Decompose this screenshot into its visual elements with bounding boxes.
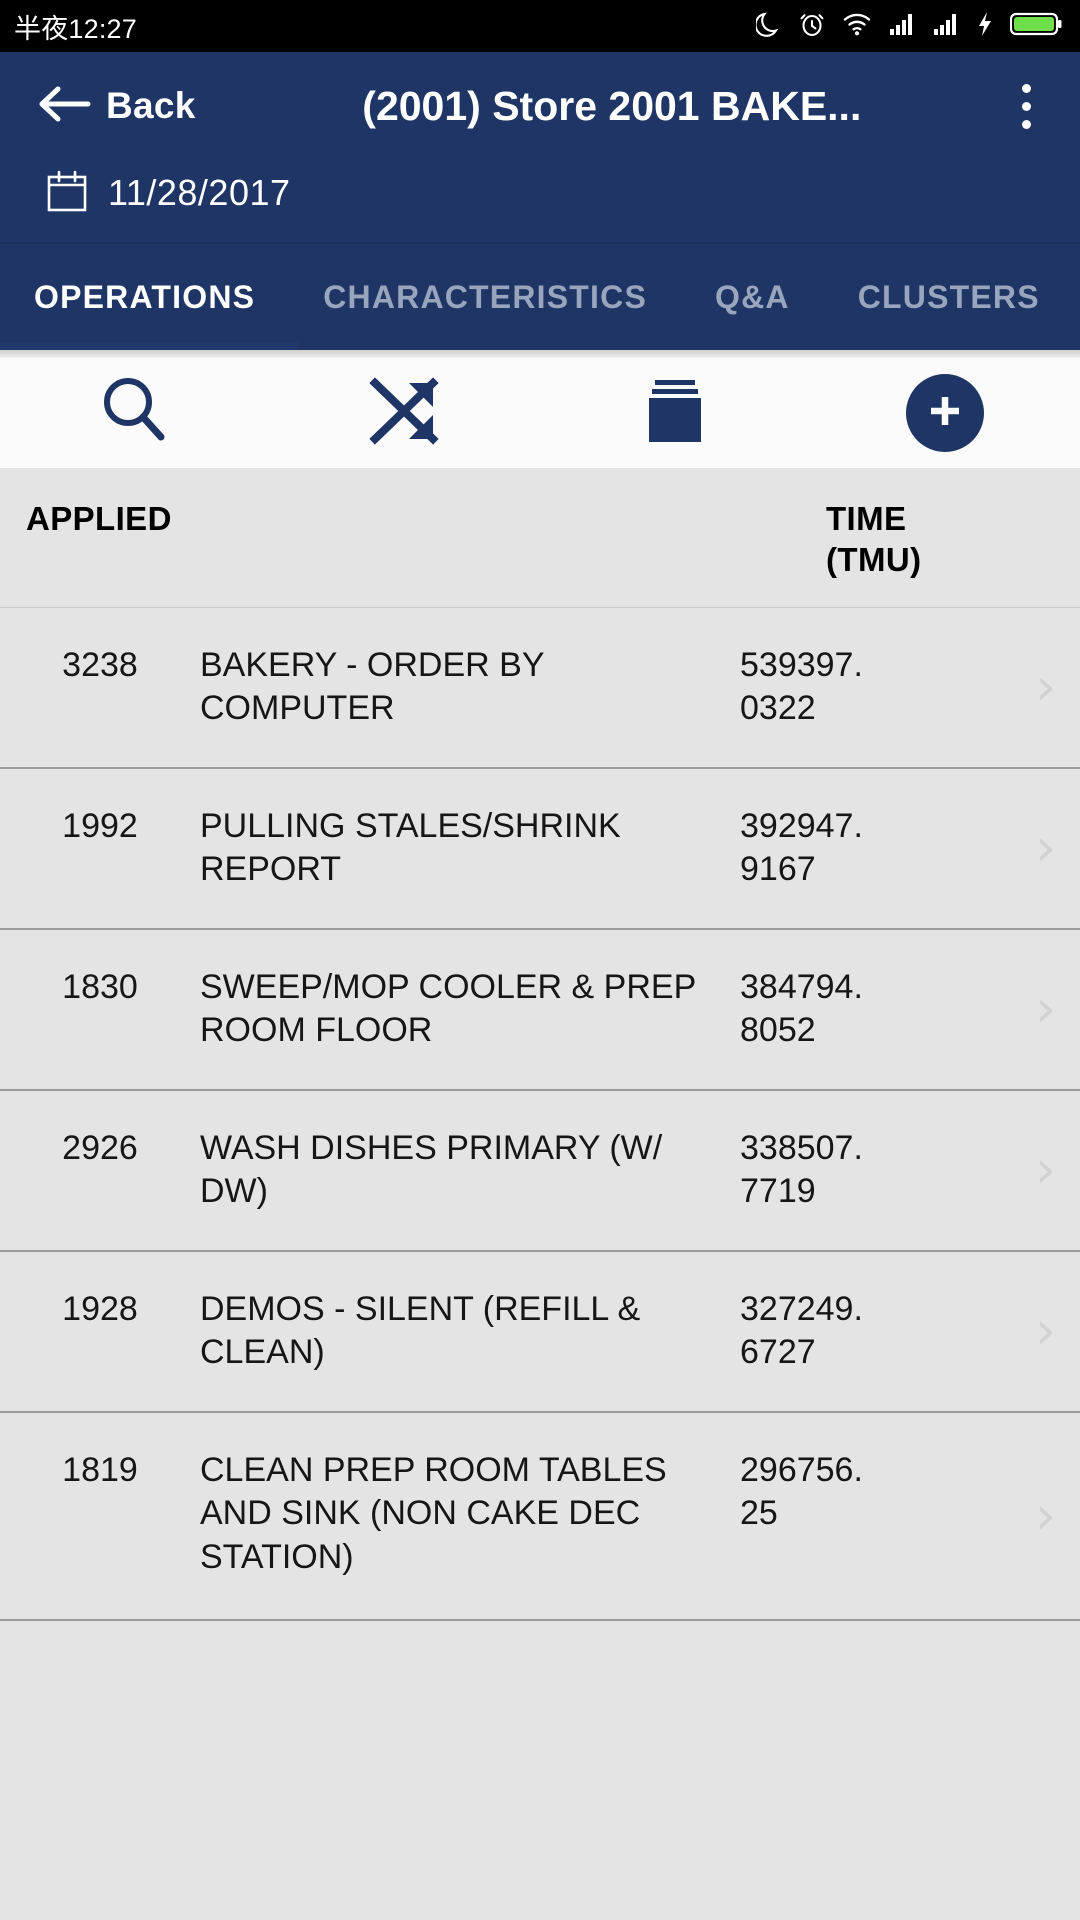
chevron-right-icon: › [1035, 818, 1056, 879]
charging-bolt-icon [976, 10, 994, 43]
tab-clusters-label: CLUSTERS [857, 278, 1040, 315]
moon-icon [754, 10, 782, 43]
cell-time-line2: 25 [740, 1494, 778, 1533]
cell-applied: 1992 [62, 806, 138, 845]
tab-characteristics-label: CHARACTERISTICS [323, 278, 647, 315]
chevron-right-icon: › [1035, 1301, 1056, 1362]
back-button-label: Back [106, 85, 196, 126]
more-vertical-icon[interactable] [998, 66, 1054, 146]
status-clock: 半夜12:27 [14, 13, 137, 44]
add-fab[interactable] [906, 374, 984, 452]
cell-description: BAKERY - ORDER BY COMPUTER [200, 645, 544, 728]
folder-stack-icon [633, 369, 717, 458]
back-button[interactable]: Back [36, 83, 196, 130]
signal-sim1-icon [888, 11, 916, 42]
shuffle-button[interactable] [270, 358, 540, 468]
cell-time-line2: 0322 [740, 689, 816, 728]
column-header-time-line2: (TMU) [826, 541, 922, 579]
app-bar: Back (2001) Store 2001 BAKE... 11/28/201… [0, 52, 1080, 242]
table-row-partial[interactable] [0, 1620, 1080, 1693]
chevron-right-icon: › [1035, 1140, 1056, 1201]
cell-applied: 1830 [62, 967, 138, 1006]
tab-clusters[interactable]: CLUSTERS [824, 244, 1056, 350]
tab-operations[interactable]: OPERATIONS [0, 244, 289, 350]
active-tab-indicator [0, 342, 298, 350]
action-toolbar [0, 358, 1080, 468]
cell-time: 296756. 25 [740, 1449, 976, 1536]
cell-time: 338507. 7719 [740, 1127, 976, 1214]
search-icon [93, 369, 177, 458]
cell-time-line2: 8052 [740, 1011, 816, 1050]
table-row[interactable]: 1819 CLEAN PREP ROOM TABLES AND SINK (NO… [0, 1412, 1080, 1621]
cell-description: CLEAN PREP ROOM TABLES AND SINK (NON CAK… [200, 1450, 667, 1576]
cell-time-line1: 539397. [740, 645, 863, 684]
tab-qa[interactable]: Q&A [681, 244, 824, 350]
status-bar: 半夜12:27 [0, 0, 1080, 52]
arrow-left-icon [36, 83, 92, 130]
battery-icon [1009, 11, 1062, 42]
cell-time: 384794. 8052 [740, 966, 976, 1053]
cell-time-line1: 392947. [740, 806, 863, 845]
cell-description: SWEEP/MOP COOLER & PREP ROOM FLOOR [200, 967, 696, 1050]
table-row[interactable]: 1992 PULLING STALES/SHRINK REPORT 392947… [0, 768, 1080, 930]
cell-applied: 2926 [62, 1128, 138, 1167]
cell-time-line1: 384794. [740, 967, 863, 1006]
add-icon [923, 389, 967, 438]
cell-time: 539397. 0322 [740, 644, 976, 731]
chevron-right-icon: › [1035, 979, 1056, 1040]
column-header-description [226, 498, 826, 581]
table-row[interactable]: 3238 BAKERY - ORDER BY COMPUTER 539397. … [0, 607, 1080, 769]
table-header-row: APPLIED TIME (TMU) [0, 468, 1080, 608]
cell-description: PULLING STALES/SHRINK REPORT [200, 806, 621, 889]
cell-time: 392947. 9167 [740, 805, 976, 892]
tab-bar: OPERATIONS CHARACTERISTICS Q&A CLUSTERS [0, 242, 1080, 350]
cell-time-line1: 338507. [740, 1128, 863, 1167]
chevron-right-icon: › [1035, 657, 1056, 718]
cell-applied: 1928 [62, 1289, 138, 1328]
tab-bar-shadow [0, 350, 1080, 358]
table-row[interactable]: 1928 DEMOS - SILENT (REFILL & CLEAN) 327… [0, 1251, 1080, 1413]
operations-table: APPLIED TIME (TMU) 3238 BAKERY - ORDER B… [0, 468, 1080, 1693]
tab-operations-label: OPERATIONS [34, 278, 256, 315]
cell-description: DEMOS - SILENT (REFILL & CLEAN) [200, 1289, 641, 1372]
cell-time-line1: 327249. [740, 1289, 863, 1328]
app-bar-main-row: Back (2001) Store 2001 BAKE... [0, 52, 1080, 160]
folder-stack-button[interactable] [540, 358, 810, 468]
cell-time-line2: 7719 [740, 1172, 816, 1211]
column-header-time: TIME (TMU) [826, 498, 1056, 581]
cell-time-line2: 9167 [740, 850, 816, 889]
shuffle-icon [363, 369, 447, 458]
cell-description: WASH DISHES PRIMARY (W/ DW) [200, 1128, 663, 1211]
search-button[interactable] [0, 358, 270, 468]
tab-characteristics[interactable]: CHARACTERISTICS [289, 244, 681, 350]
wifi-icon [842, 11, 872, 42]
alarm-icon [798, 10, 826, 43]
cell-applied: 1819 [62, 1450, 138, 1489]
table-row[interactable]: 2926 WASH DISHES PRIMARY (W/ DW) 338507.… [0, 1090, 1080, 1252]
cell-applied: 3238 [62, 645, 138, 684]
table-row[interactable]: 1830 SWEEP/MOP COOLER & PREP ROOM FLOOR … [0, 929, 1080, 1091]
signal-sim2-icon [932, 11, 960, 42]
selected-date: 11/28/2017 [108, 172, 291, 213]
column-header-applied: APPLIED [26, 500, 172, 537]
add-button[interactable] [810, 358, 1080, 468]
cell-time-line2: 6727 [740, 1333, 816, 1372]
tab-qa-label: Q&A [714, 278, 790, 315]
column-header-time-line1: TIME [826, 500, 907, 537]
date-selector[interactable]: 11/28/2017 [0, 160, 1080, 242]
calendar-icon [46, 169, 88, 218]
page-title: (2001) Store 2001 BAKE... [362, 82, 862, 129]
status-icon-tray [754, 10, 1062, 43]
chevron-right-icon: › [1035, 1485, 1056, 1546]
cell-time: 327249. 6727 [740, 1288, 976, 1375]
cell-time-line1: 296756. [740, 1450, 863, 1489]
